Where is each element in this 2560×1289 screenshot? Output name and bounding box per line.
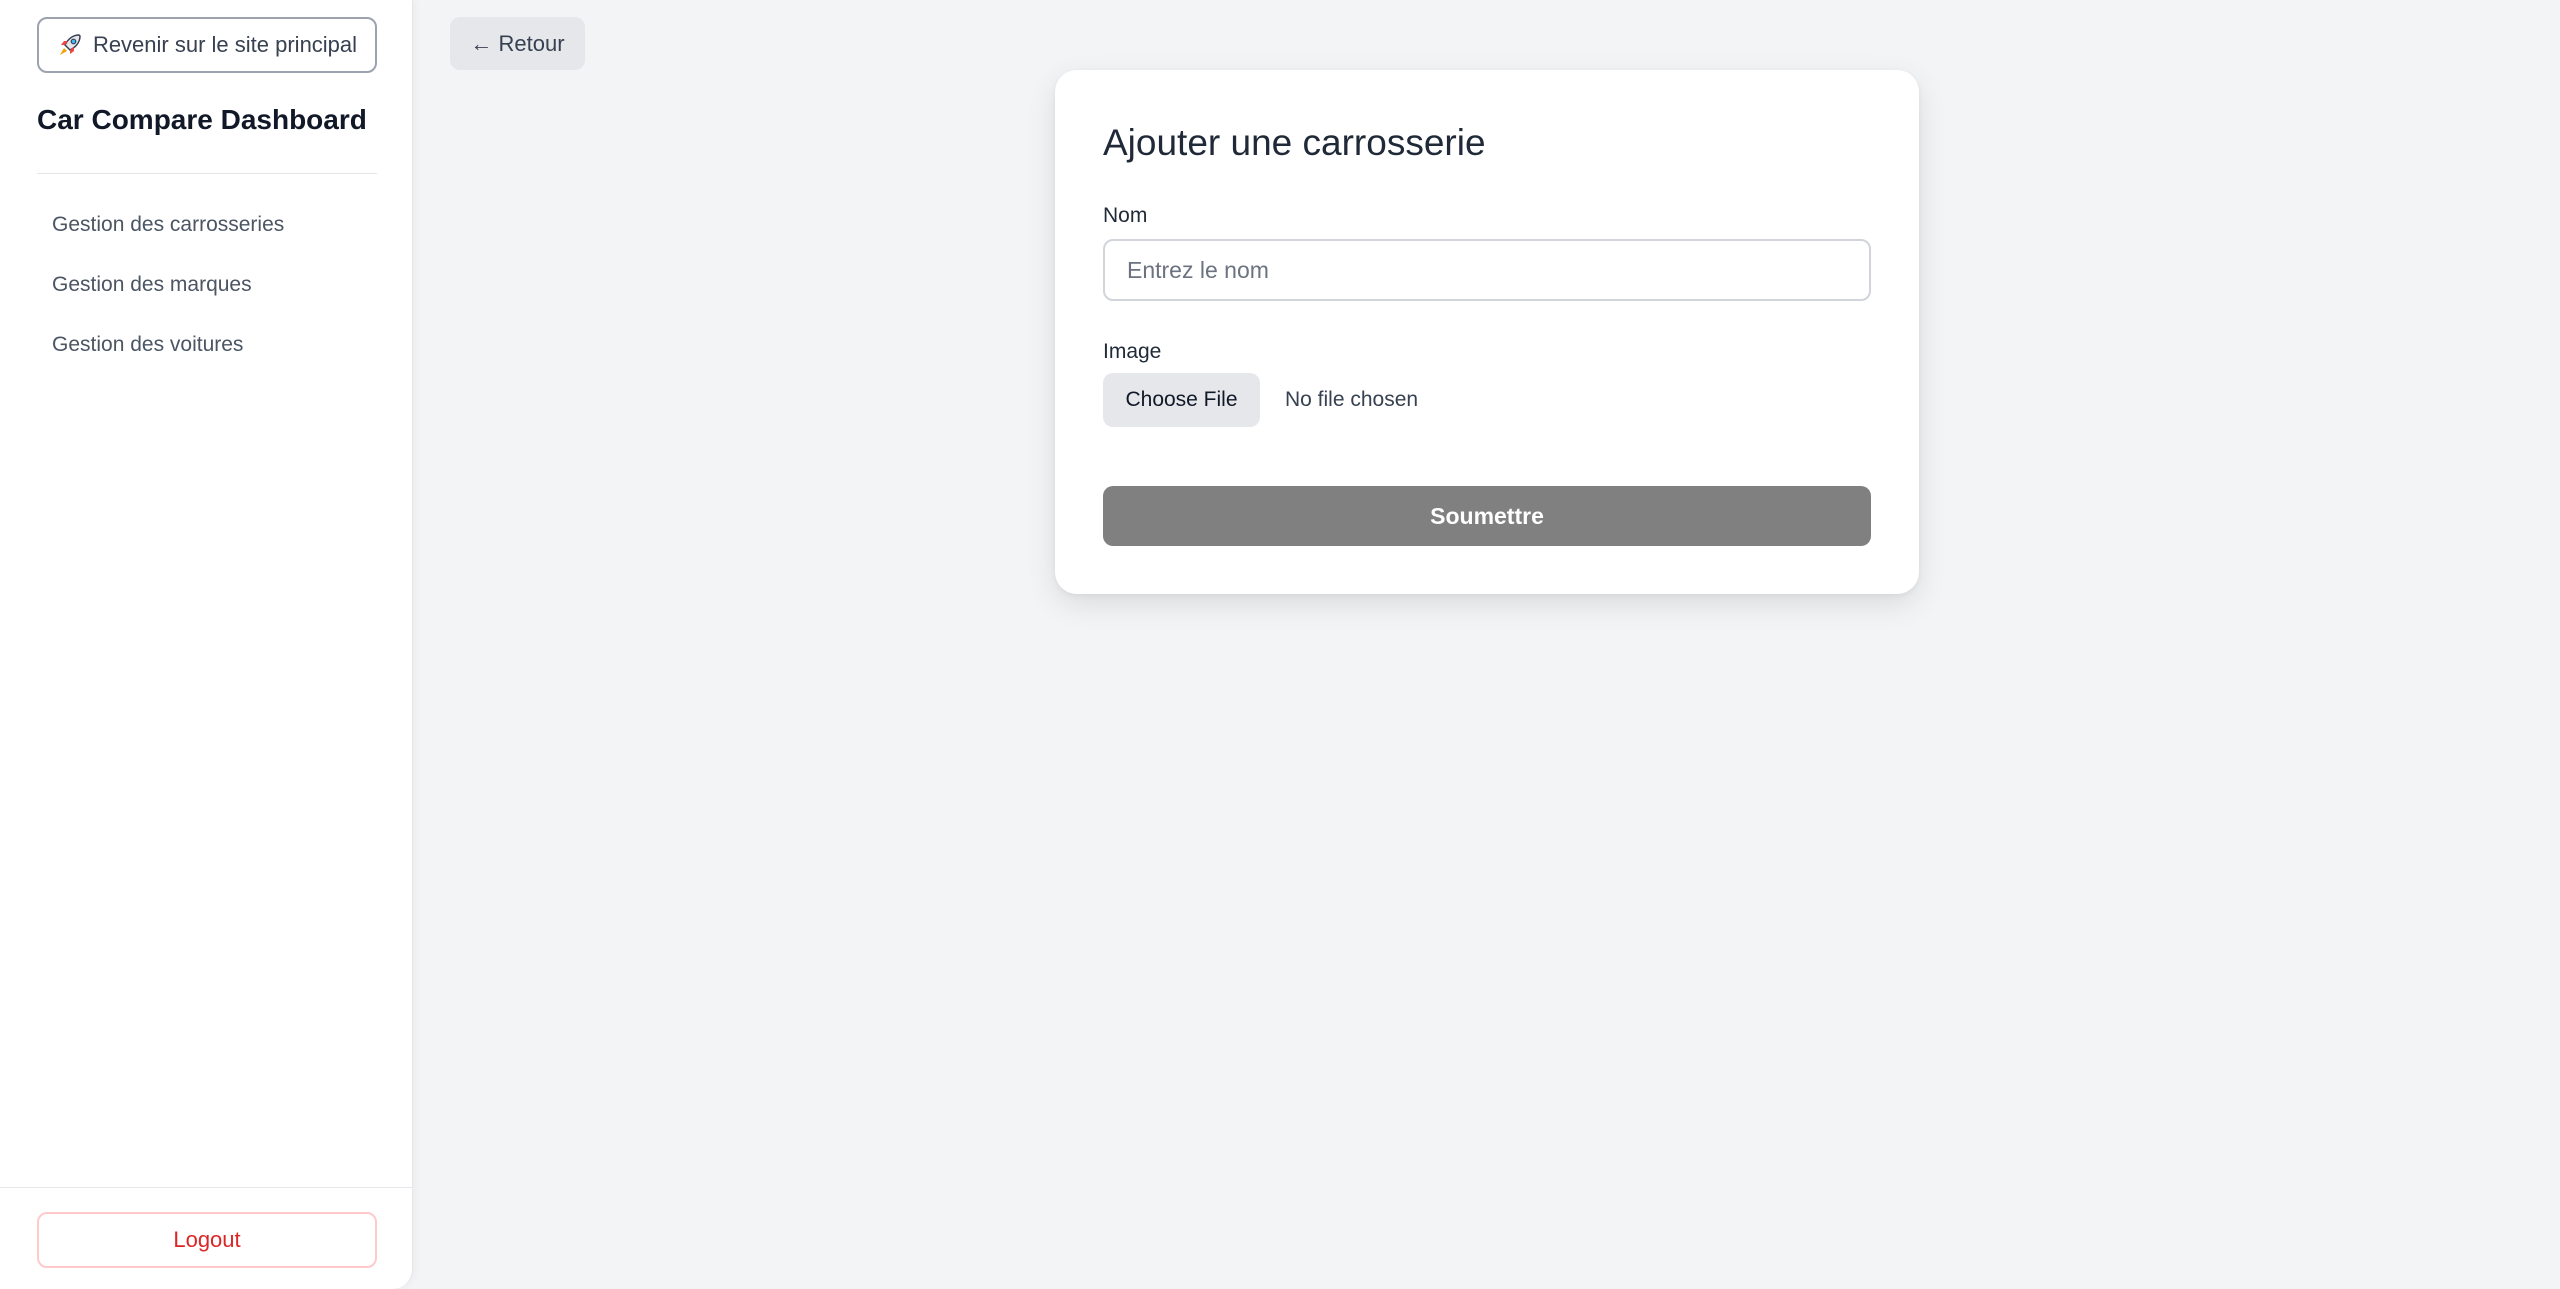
image-file-picker: Choose File No file chosen (1103, 373, 1418, 427)
sidebar-nav: Gestion des carrosseries Gestion des mar… (37, 200, 377, 380)
name-label: Nom (1103, 204, 1148, 227)
image-label: Image (1103, 340, 1162, 363)
back-to-main-site-button[interactable]: Revenir sur le site principal (37, 17, 377, 73)
sidebar-item-voitures[interactable]: Gestion des voitures (37, 320, 377, 380)
rocket-icon (57, 32, 83, 58)
submit-button[interactable]: Soumettre (1103, 486, 1871, 546)
form-title: Ajouter une carrosserie (1103, 122, 1486, 163)
add-carrosserie-form-card: Ajouter une carrosserie Nom Image Choose… (1055, 70, 1919, 594)
dashboard-title: Car Compare Dashboard (37, 104, 367, 135)
back-button[interactable]: ← Retour (450, 17, 585, 70)
sidebar-footer-divider (0, 1187, 412, 1188)
sidebar-item-carrosseries[interactable]: Gestion des carrosseries (37, 200, 377, 260)
file-status-text: No file chosen (1285, 388, 1419, 411)
sidebar-divider (37, 173, 377, 174)
sidebar: Revenir sur le site principal Car Compar… (0, 0, 413, 1289)
app: Revenir sur le site principal Car Compar… (0, 0, 2560, 1289)
back-to-main-site-label: Revenir sur le site principal (92, 32, 358, 57)
name-input[interactable] (1103, 239, 1871, 301)
choose-file-button[interactable]: Choose File (1103, 373, 1260, 427)
logout-button[interactable]: Logout (37, 1212, 377, 1268)
sidebar-item-marques[interactable]: Gestion des marques (37, 260, 377, 320)
